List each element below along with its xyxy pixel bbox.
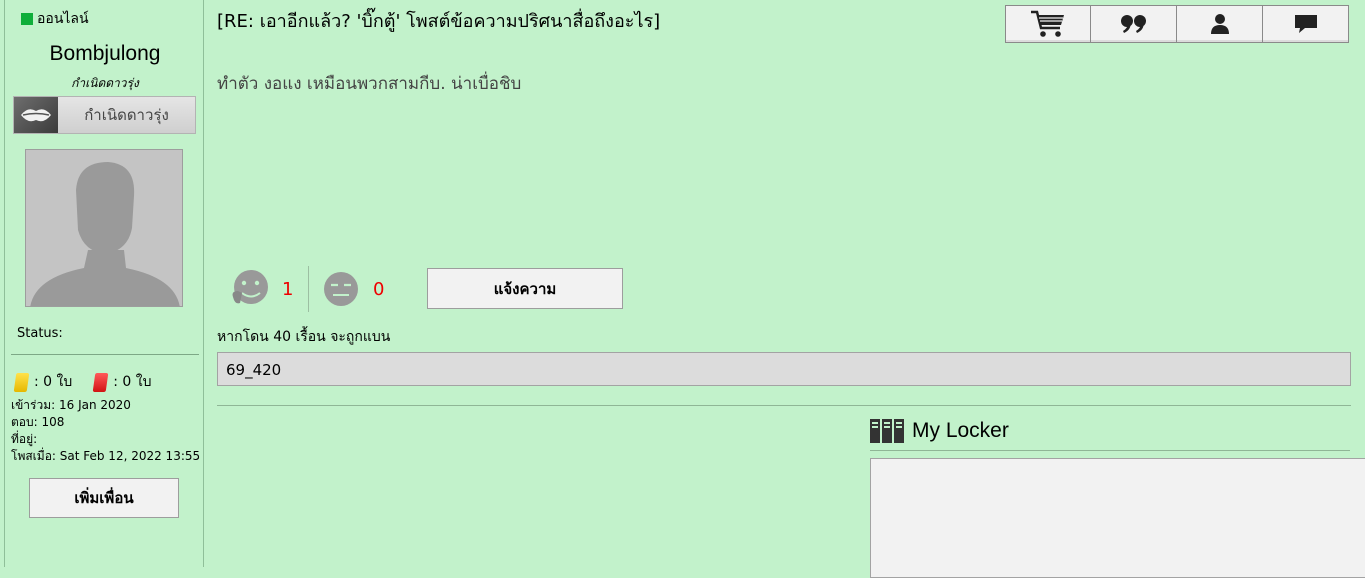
message-button[interactable] bbox=[1263, 5, 1349, 43]
message-icon bbox=[1294, 15, 1317, 33]
like-face-icon[interactable] bbox=[230, 269, 270, 309]
dislike-face-icon[interactable] bbox=[321, 269, 361, 309]
online-label: ออนไลน์ bbox=[37, 11, 89, 27]
rank-badge-label: กำเนิดดาวรุ่ง bbox=[84, 106, 169, 124]
red-card-icon bbox=[92, 372, 109, 392]
post-divider bbox=[217, 405, 1351, 406]
card-counts: : 0 ใบ : 0 ใบ bbox=[13, 371, 152, 393]
locker-icon bbox=[870, 419, 904, 443]
quote-icon bbox=[1120, 15, 1146, 33]
avatar[interactable] bbox=[25, 149, 183, 307]
red-card-count: : 0 ใบ bbox=[113, 374, 152, 390]
signature-box: 69_420 bbox=[217, 352, 1351, 386]
reaction-separator bbox=[308, 266, 309, 312]
user-sidebar: ออนไลน์ Bombjulong กำเนิดดาวรุ่ง กำเนิดด… bbox=[4, 0, 204, 567]
yellow-card-count: : 0 ใบ bbox=[34, 374, 73, 390]
locker-panel bbox=[870, 458, 1365, 578]
online-status: ออนไลน์ bbox=[21, 8, 89, 30]
profile-button[interactable] bbox=[1177, 5, 1263, 43]
rank-badge: กำเนิดดาวรุ่ง bbox=[13, 96, 196, 134]
username[interactable]: Bombjulong bbox=[5, 42, 205, 66]
add-friend-button[interactable]: เพิ่มเพื่อน bbox=[29, 478, 179, 518]
cart-icon bbox=[1031, 10, 1064, 37]
post-time: โพสเมื่อ: Sat Feb 12, 2022 13:55 bbox=[11, 449, 201, 463]
locker-title: My Locker bbox=[912, 419, 1009, 442]
rank-title: กำเนิดดาวรุ่ง bbox=[71, 76, 139, 90]
post-toolbar bbox=[1005, 5, 1349, 43]
dislike-count: 0 bbox=[373, 278, 385, 300]
locker-header: My Locker bbox=[870, 419, 1350, 443]
post-title: [RE: เอาอีกแล้ว? 'บิ๊กตู้' โพสต์ข้อความป… bbox=[217, 11, 661, 32]
lips-icon bbox=[14, 97, 58, 133]
reply-count: ตอบ: 108 bbox=[11, 415, 65, 429]
post-body: ทำตัว งอแง เหมือนพวกสามกีบ. น่าเบื่อชิบ bbox=[217, 74, 522, 94]
sidebar-divider bbox=[11, 354, 199, 355]
quote-button[interactable] bbox=[1091, 5, 1177, 43]
online-indicator-icon bbox=[21, 13, 33, 25]
locker-divider bbox=[870, 450, 1350, 451]
report-button[interactable]: แจ้งความ bbox=[427, 268, 623, 309]
location: ที่อยู่: bbox=[11, 432, 38, 446]
joined-date: เข้าร่วม: 16 Jan 2020 bbox=[11, 398, 131, 412]
yellow-card-icon bbox=[13, 372, 30, 392]
like-count: 1 bbox=[282, 278, 294, 300]
ban-warning: หากโดน 40 เรื้อน จะถูกแบน bbox=[217, 329, 391, 345]
status-label: Status: bbox=[17, 326, 63, 341]
user-icon bbox=[1210, 14, 1229, 34]
cart-button[interactable] bbox=[1005, 5, 1091, 43]
user-meta: เข้าร่วม: 16 Jan 2020 ตอบ: 108 ที่อยู่: … bbox=[11, 397, 200, 465]
reactions: 1 0 bbox=[230, 266, 393, 312]
